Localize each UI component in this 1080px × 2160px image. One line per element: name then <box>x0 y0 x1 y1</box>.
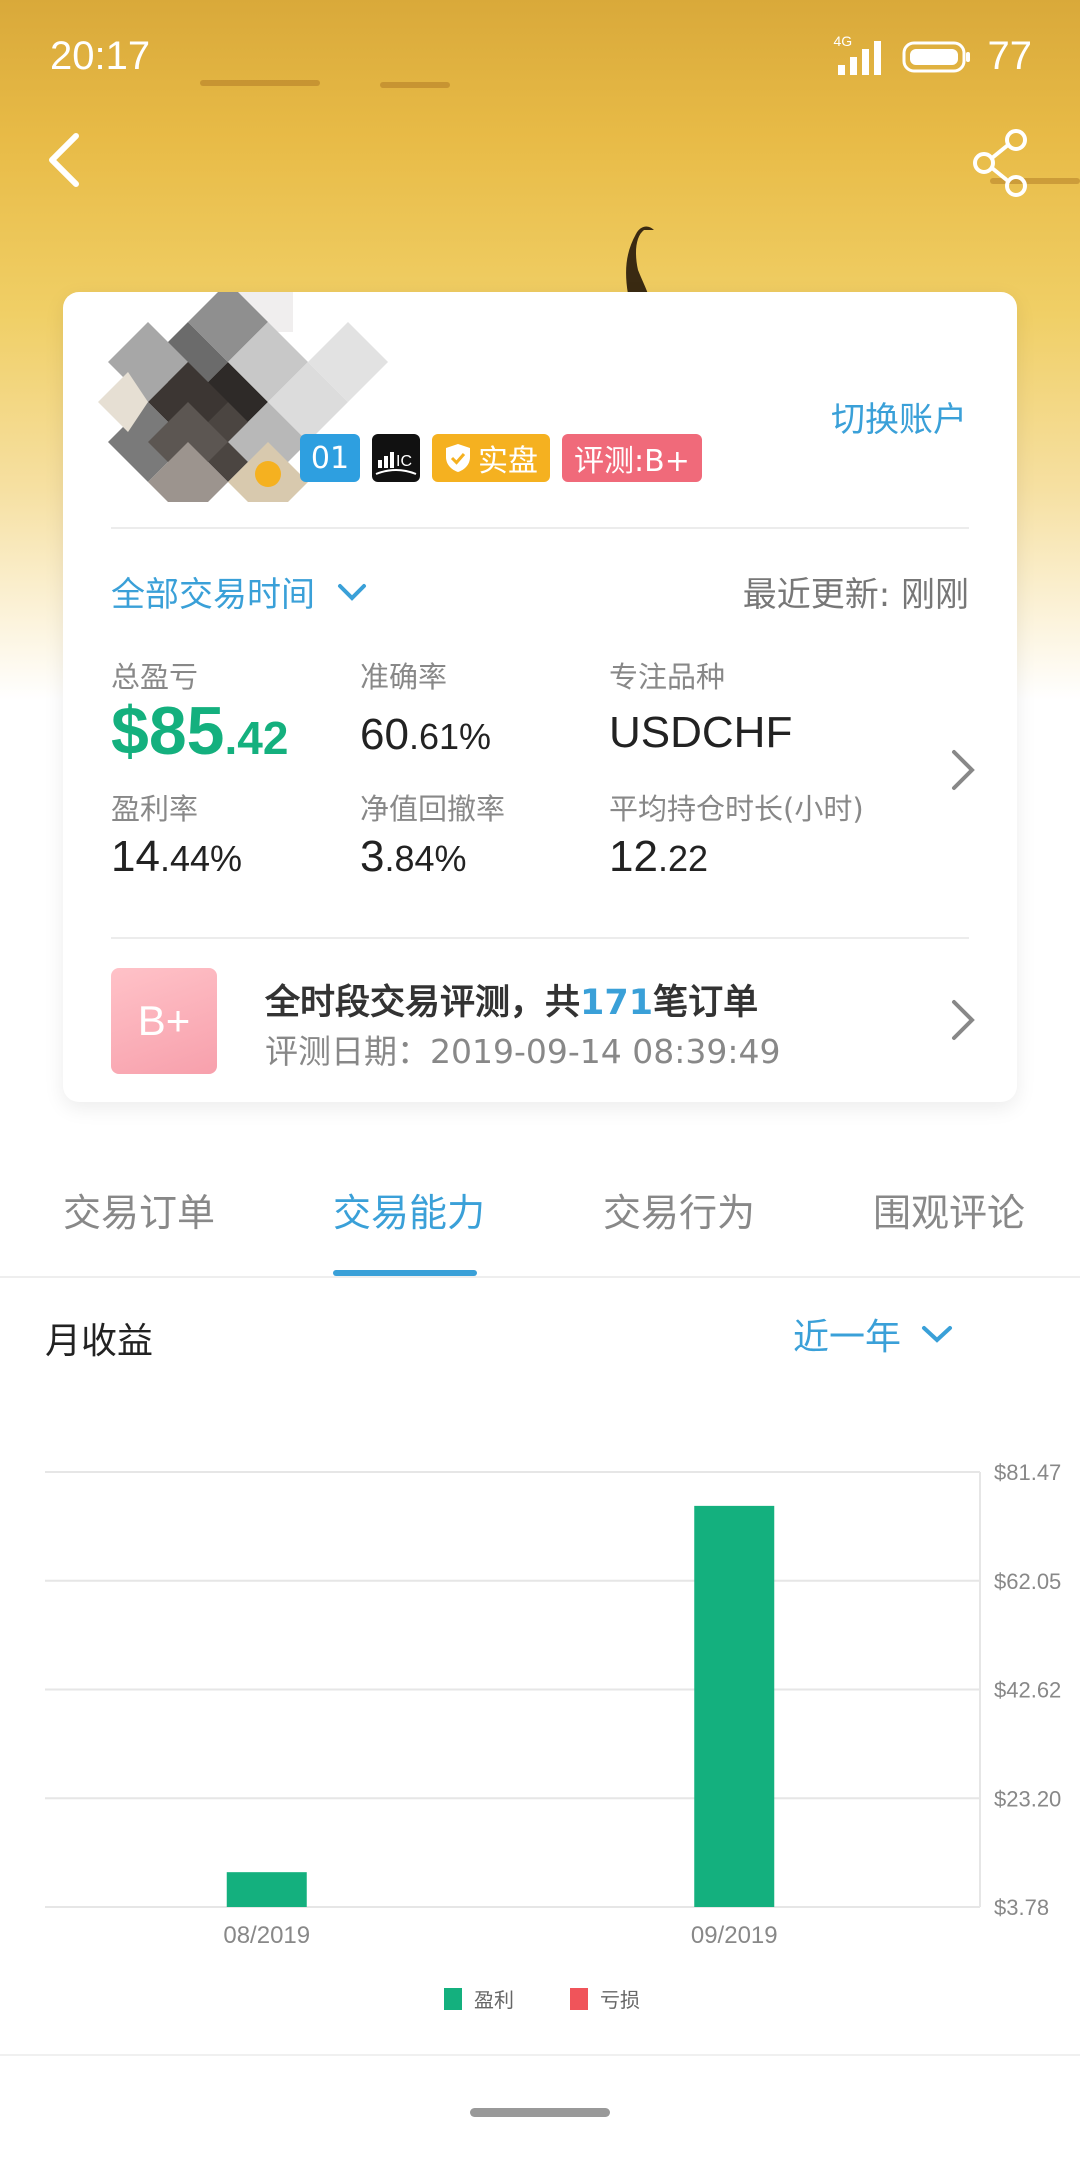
y-tick-label: $62.05 <box>994 1569 1061 1594</box>
level-badge: 01 <box>300 434 360 482</box>
share-icon[interactable] <box>970 128 1030 198</box>
y-tick-label: $42.62 <box>994 1678 1061 1703</box>
svg-text:IC: IC <box>396 453 412 470</box>
bird-silhouette <box>626 226 654 294</box>
legend-swatch <box>444 1987 462 2010</box>
accuracy-value: 60.61% <box>360 710 492 759</box>
shield-check-icon <box>446 444 470 472</box>
last-update-text: 最近更新: 刚刚 <box>742 575 969 615</box>
stats-detail-chevron-icon[interactable] <box>948 748 978 792</box>
time-range-dropdown[interactable]: 全部交易时间 <box>111 567 367 616</box>
divider <box>0 2054 1080 2056</box>
section-title: 月收益 <box>45 1321 154 1362</box>
active-tab-indicator <box>333 1270 477 1276</box>
accuracy-label: 准确率 <box>360 660 448 694</box>
bar-profit-09-2019 <box>694 1505 775 1907</box>
tab-comments[interactable]: 围观评论 <box>873 1182 1025 1237</box>
broker-logo: IC <box>372 434 420 482</box>
focus-symbol-value: USDCHF <box>609 708 793 757</box>
bar-profit-08-2019 <box>226 1872 307 1907</box>
home-indicator[interactable] <box>470 2108 610 2117</box>
profit-rate-value: 14.44% <box>111 832 243 881</box>
y-tick-label: $3.78 <box>994 1895 1049 1920</box>
account-card: 01 IC 实盘 评测:B+ 切换账户 全部交易时间 最近更新: 刚刚 总盈亏 … <box>63 292 1017 1102</box>
account-badges: 01 IC 实盘 评测:B+ <box>300 434 702 482</box>
status-bar: 20:17 4G 77 <box>0 0 1080 110</box>
switch-account-button[interactable]: 切换账户 <box>831 392 967 441</box>
evaluation-grade-icon: B+ <box>111 968 217 1074</box>
profit-rate-label: 盈利率 <box>111 792 199 826</box>
chevron-down-icon <box>922 1326 953 1343</box>
signal-icon: 4G <box>834 33 886 75</box>
x-tick-label: 09/2019 <box>691 1922 778 1949</box>
evaluation-chevron-icon[interactable] <box>948 998 978 1042</box>
avg-hold-value: 12.22 <box>609 832 708 881</box>
divider <box>111 527 969 529</box>
battery-level: 77 <box>987 34 1033 78</box>
tab-trade-behavior[interactable]: 交易行为 <box>603 1182 755 1237</box>
real-account-badge: 实盘 <box>432 434 550 482</box>
tab-bar: 交易订单 交易能力 交易行为 围观评论 <box>0 1160 1080 1278</box>
status-time: 20:17 <box>50 34 151 78</box>
tab-trade-orders[interactable]: 交易订单 <box>63 1182 215 1237</box>
battery-icon <box>902 41 970 72</box>
chevron-down-icon <box>338 583 366 601</box>
period-dropdown[interactable]: 近一年 <box>793 1308 953 1360</box>
y-tick-label: $23.20 <box>994 1786 1061 1811</box>
focus-symbol-label: 专注品种 <box>609 660 726 694</box>
legend-item-profit: 盈利 <box>444 1984 514 2013</box>
evaluation-date: 评测日期：2019-09-14 08:39:49 <box>265 1032 781 1071</box>
tab-trade-ability[interactable]: 交易能力 <box>333 1182 485 1237</box>
monthly-profit-chart: $3.78 $23.20 $42.62 $62.05 $81.47 08/2019 09/2… <box>45 1460 1061 1949</box>
back-icon[interactable] <box>40 130 90 190</box>
legend-swatch <box>570 1987 588 2010</box>
divider <box>111 937 969 939</box>
x-tick-label: 08/2019 <box>223 1922 310 1949</box>
evaluation-title[interactable]: 全时段交易评测，共171笔订单 <box>265 974 758 1025</box>
drawdown-value: 3.84% <box>360 832 467 881</box>
total-pl-label: 总盈亏 <box>111 660 199 694</box>
rating-badge: 评测:B+ <box>562 434 702 482</box>
avg-hold-label: 平均持仓时长(小时) <box>609 792 864 826</box>
total-pl-value: $85.42 <box>111 693 289 769</box>
y-tick-label: $81.47 <box>994 1460 1061 1485</box>
legend-item-loss: 亏损 <box>570 1984 640 2013</box>
drawdown-label: 净值回撤率 <box>360 792 506 826</box>
